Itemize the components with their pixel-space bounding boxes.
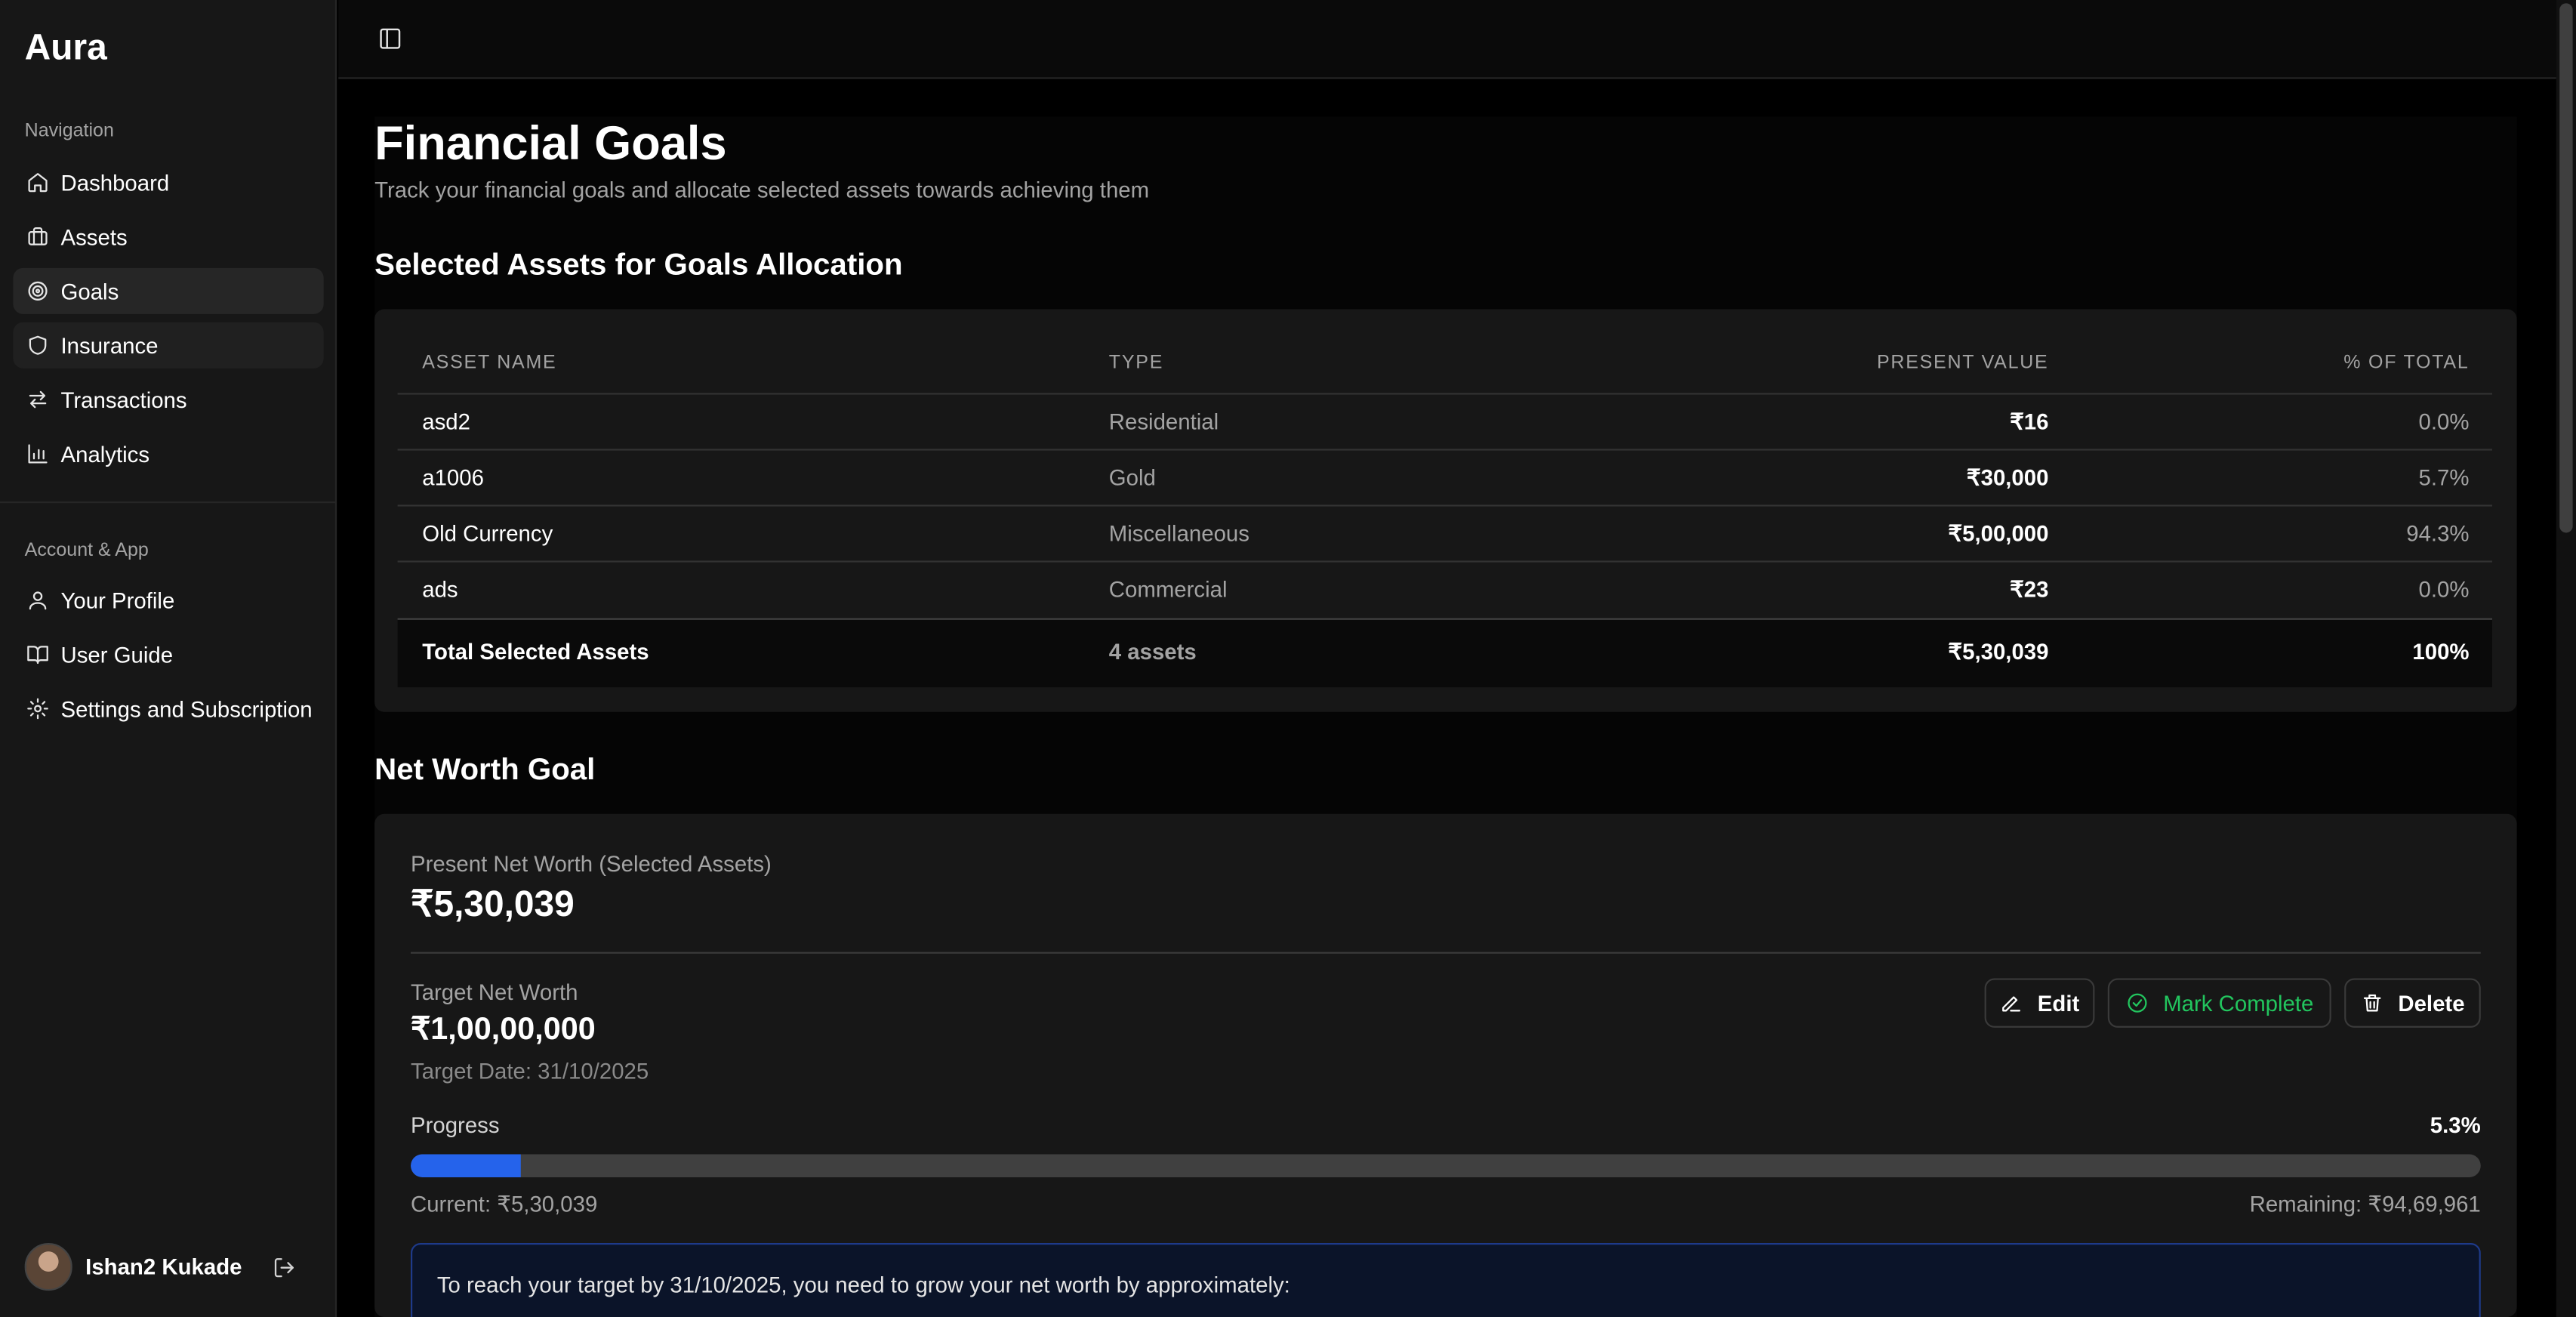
sidebar-item-transactions[interactable]: Transactions bbox=[13, 377, 323, 423]
sidebar-item-insurance[interactable]: Insurance bbox=[13, 322, 324, 369]
cell-pct-total: 0.0% bbox=[2418, 409, 2470, 434]
delete-button[interactable]: Delete bbox=[2344, 978, 2481, 1028]
target-date: Target Date: 31/10/2025 bbox=[411, 1059, 649, 1084]
sidebar-item-goals[interactable]: Goals bbox=[13, 267, 324, 314]
table-divider bbox=[397, 393, 2492, 395]
total-count: 4 assets bbox=[1108, 639, 1197, 665]
cell-asset-name: a1006 bbox=[422, 465, 484, 490]
edit-icon bbox=[2002, 996, 2021, 1012]
card-divider bbox=[411, 952, 2481, 954]
bar-chart-icon bbox=[25, 442, 50, 467]
net-worth-goal-card bbox=[374, 813, 2517, 1317]
scrollbar-thumb[interactable] bbox=[2559, 3, 2573, 533]
sidebar-item-label: Your Profile bbox=[60, 588, 175, 613]
arrows-exchange-icon bbox=[25, 387, 50, 412]
progress-bar bbox=[411, 1154, 2481, 1177]
edit-button[interactable]: Edit bbox=[1984, 978, 2095, 1028]
cell-pct-total: 94.3% bbox=[2406, 521, 2470, 546]
assets-section-title: Selected Assets for Goals Allocation bbox=[374, 246, 903, 282]
sidebar-item-label: Goals bbox=[60, 279, 119, 304]
cell-asset-name: asd2 bbox=[422, 409, 470, 434]
check-circle-icon bbox=[2127, 993, 2146, 1013]
progress-bar-fill bbox=[411, 1154, 521, 1177]
cell-type: Miscellaneous bbox=[1108, 521, 1249, 546]
user-icon bbox=[25, 588, 50, 612]
col-header-present-value: PRESENT VALUE bbox=[1876, 353, 2049, 374]
user-name: Ishan2 Kukade bbox=[85, 1254, 242, 1279]
logout-icon[interactable] bbox=[273, 1256, 295, 1278]
account-section-label: Account & App bbox=[24, 541, 149, 561]
cell-asset-name: Old Currency bbox=[422, 521, 553, 546]
shield-icon bbox=[25, 333, 50, 358]
progress-percent: 5.3% bbox=[2430, 1113, 2481, 1138]
cell-type: Commercial bbox=[1108, 577, 1228, 602]
gear-icon bbox=[25, 696, 50, 721]
table-divider bbox=[397, 504, 2492, 507]
sidebar-item-label: Settings and Subscription bbox=[60, 696, 313, 721]
cell-present-value: ₹5,00,000 bbox=[1948, 521, 2049, 546]
home-icon bbox=[25, 170, 50, 195]
table-divider bbox=[397, 449, 2492, 451]
total-label: Total Selected Assets bbox=[422, 639, 649, 665]
sidebar: Aura Navigation Dashboard Assets Goals I… bbox=[0, 0, 337, 1317]
cell-asset-name: ads bbox=[422, 577, 458, 602]
trash-icon bbox=[2363, 994, 2380, 1012]
sidebar-item-assets[interactable]: Assets bbox=[13, 214, 323, 260]
sidebar-item-user-guide[interactable]: User Guide bbox=[13, 631, 323, 677]
sidebar-item-label: Insurance bbox=[60, 332, 159, 358]
delete-button-label: Delete bbox=[2398, 990, 2465, 1016]
page-subtitle: Track your financial goals and allocate … bbox=[374, 177, 1150, 202]
cell-type: Gold bbox=[1108, 465, 1156, 490]
edit-button-label: Edit bbox=[2037, 990, 2080, 1016]
brand-logo[interactable]: Aura bbox=[25, 26, 107, 69]
progress-label: Progress bbox=[411, 1113, 500, 1138]
sidebar-item-label: User Guide bbox=[60, 642, 174, 667]
sidebar-divider bbox=[0, 501, 337, 504]
sidebar-item-label: Analytics bbox=[60, 441, 150, 467]
sidebar-item-settings[interactable]: Settings and Subscription bbox=[13, 686, 323, 732]
mark-complete-label: Mark Complete bbox=[2163, 990, 2314, 1016]
sidebar-item-label: Dashboard bbox=[60, 170, 170, 196]
book-open-icon bbox=[25, 642, 50, 667]
cell-present-value: ₹30,000 bbox=[1966, 465, 2049, 490]
cell-present-value: ₹23 bbox=[2010, 577, 2049, 602]
target-net-worth-label: Target Net Worth bbox=[411, 979, 578, 1005]
table-divider bbox=[397, 560, 2492, 563]
sidebar-item-label: Assets bbox=[60, 224, 128, 249]
present-net-worth-label: Present Net Worth (Selected Assets) bbox=[411, 851, 772, 877]
user-profile[interactable]: Ishan2 Kukade bbox=[24, 1243, 242, 1291]
growth-info-box: To reach your target by 31/10/2025, you … bbox=[411, 1243, 2481, 1317]
total-pct: 100% bbox=[2412, 639, 2470, 665]
col-header-type: TYPE bbox=[1108, 353, 1164, 374]
current-value: Current: ₹5,30,039 bbox=[411, 1192, 598, 1217]
nav-section-label: Navigation bbox=[24, 122, 114, 142]
briefcase-icon bbox=[25, 224, 50, 249]
avatar bbox=[24, 1243, 72, 1291]
cell-pct-total: 0.0% bbox=[2418, 577, 2470, 602]
total-value: ₹5,30,039 bbox=[1948, 639, 2049, 665]
target-icon bbox=[25, 279, 50, 304]
present-net-worth-value: ₹5,30,039 bbox=[411, 883, 575, 924]
mark-complete-button[interactable]: Mark Complete bbox=[2107, 978, 2331, 1028]
target-net-worth-value: ₹1,00,00,000 bbox=[411, 1013, 596, 1047]
top-bar bbox=[338, 0, 2556, 79]
cell-pct-total: 5.7% bbox=[2418, 465, 2470, 490]
cell-type: Residential bbox=[1108, 409, 1219, 434]
sidebar-item-dashboard[interactable]: Dashboard bbox=[13, 159, 323, 205]
col-header-asset-name: ASSET NAME bbox=[422, 353, 557, 374]
sidebar-item-label: Transactions bbox=[60, 387, 187, 412]
sidebar-toggle-icon[interactable] bbox=[377, 26, 402, 51]
sidebar-item-profile[interactable]: Your Profile bbox=[13, 577, 323, 623]
cell-present-value: ₹16 bbox=[2010, 409, 2049, 434]
sidebar-item-analytics[interactable]: Analytics bbox=[13, 430, 323, 477]
remaining-value: Remaining: ₹94,69,961 bbox=[2249, 1192, 2481, 1217]
col-header-pct-total: % OF TOTAL bbox=[2343, 353, 2470, 374]
net-worth-goal-title: Net Worth Goal bbox=[374, 751, 596, 786]
table-total-row bbox=[397, 619, 2492, 688]
page-title: Financial Goals bbox=[374, 118, 727, 171]
growth-info-text: To reach your target by 31/10/2025, you … bbox=[436, 1272, 1290, 1297]
